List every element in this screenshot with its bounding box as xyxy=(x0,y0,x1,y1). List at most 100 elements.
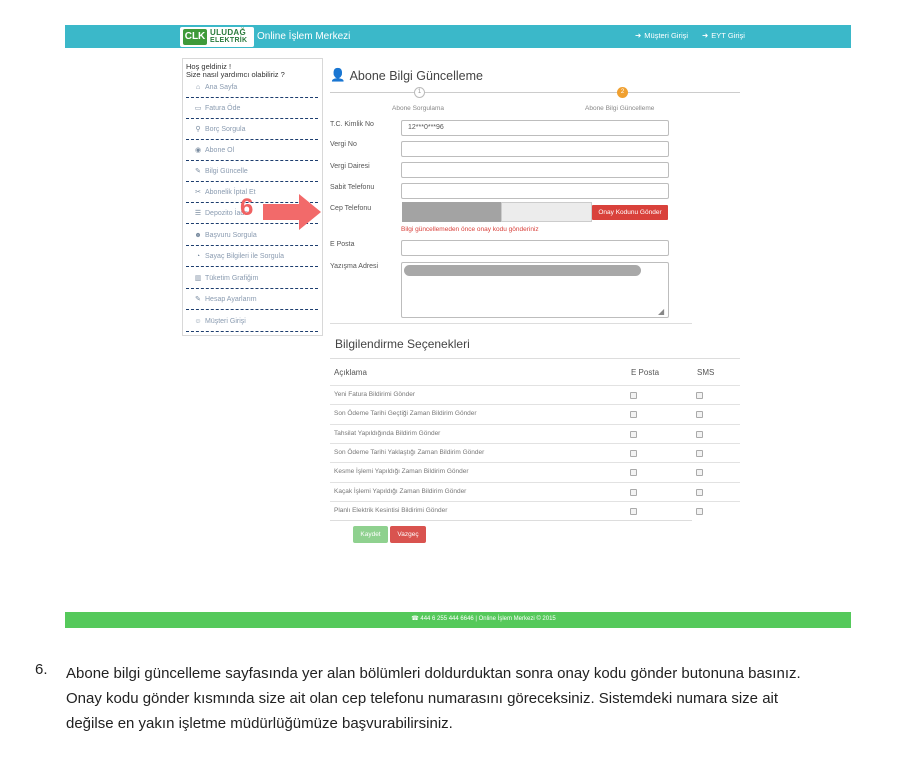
scissors-icon: ✂ xyxy=(195,189,201,196)
sabit-telefon-label: Sabit Telefonu xyxy=(330,184,375,191)
list-icon: ☰ xyxy=(194,210,202,217)
sidebar-item-label: Başvuru Sorgula xyxy=(205,231,257,239)
sms-checkbox[interactable] xyxy=(696,489,703,496)
resize-handle-icon[interactable]: ◢ xyxy=(658,307,664,316)
sidebar-item-label: Müşteri Girişi xyxy=(205,317,246,325)
sms-checkbox[interactable] xyxy=(696,392,703,399)
notifications-title: Bilgilendirme Seçenekleri xyxy=(335,337,470,351)
sidebar-item-hesap-ayarlarim[interactable]: ✎ Hesap Ayarlarım xyxy=(186,289,318,310)
annotation-step-number: 6 xyxy=(240,194,254,221)
vergi-dairesi-label: Vergi Dairesi xyxy=(330,163,370,170)
sign-in-icon: ➜ xyxy=(635,31,642,40)
column-header-sms: SMS xyxy=(697,368,715,377)
sidebar-item-musteri-girisi[interactable]: ☺ Müşteri Girişi xyxy=(186,311,318,332)
divider xyxy=(330,520,692,521)
wizard-step-2-label: Abone Bilgi Güncelleme xyxy=(585,105,655,112)
sidebar-item-ana-sayfa[interactable]: ⌂ Ana Sayfa xyxy=(186,77,318,98)
address-redaction xyxy=(404,265,641,276)
chart-icon: ▥ xyxy=(194,275,202,282)
credit-card-icon: ▭ xyxy=(194,105,202,112)
logo-name-line2: ELEKTRİK xyxy=(210,37,248,44)
user-plus-icon: ☻ xyxy=(194,231,202,239)
row-description: Yeni Fatura Bildirimi Gönder xyxy=(334,391,416,398)
sidebar-item-label: Abone Ol xyxy=(205,146,235,154)
sign-in-icon: ➜ xyxy=(702,31,709,40)
wizard-progress-line xyxy=(330,92,740,93)
otp-warning: Bilgi güncellemeden önce onay kodu gönde… xyxy=(401,226,539,233)
sidebar-item-bilgi-guncelle[interactable]: ✎ Bilgi Güncelle xyxy=(186,161,318,182)
tc-field[interactable]: 12***0***96 xyxy=(401,120,669,136)
cancel-button[interactable]: Vazgeç xyxy=(390,526,426,543)
email-field[interactable] xyxy=(401,240,669,256)
column-header-email: E Posta xyxy=(631,368,660,377)
cep-telefonu-field[interactable] xyxy=(501,202,592,222)
row-description: Kaçak İşlemi Yapıldığı Zaman Bildirim Gö… xyxy=(334,488,467,495)
annotation-arrow-icon xyxy=(263,194,321,230)
eyt-login-link[interactable]: ➜ EYT Girişi xyxy=(702,31,745,40)
sidebar-item-label: Borç Sorgula xyxy=(205,125,246,133)
wizard-step-1: 1 xyxy=(414,87,425,98)
users-icon: ☺ xyxy=(194,317,202,325)
wizard-step-1-label: Abone Sorgulama xyxy=(392,105,445,112)
customer-login-label: Müşteri Girişi xyxy=(644,31,689,40)
email-checkbox[interactable] xyxy=(630,392,637,399)
footer-text-wrap: ☎ 444 6 255 444 6646 | Online İşlem Merk… xyxy=(0,615,902,622)
email-checkbox[interactable] xyxy=(630,469,637,476)
vergi-no-label: Vergi No xyxy=(330,141,357,148)
logo-mark: CLK xyxy=(183,29,207,45)
sms-checkbox[interactable] xyxy=(696,508,703,515)
email-checkbox[interactable] xyxy=(630,450,637,457)
site-title: Online İşlem Merkezi xyxy=(257,31,351,42)
instruction-text: Abone bilgi güncelleme sayfasında yer al… xyxy=(66,665,801,732)
sabit-telefon-field[interactable] xyxy=(401,183,669,199)
customer-login-link[interactable]: ➜ Müşteri Girişi xyxy=(635,31,688,40)
sidebar-item-label: Sayaç Bilgileri ile Sorgula xyxy=(205,252,284,260)
email-checkbox[interactable] xyxy=(630,489,637,496)
row-description: Son Ödeme Tarihi Yaklaştığı Zaman Bildir… xyxy=(334,449,485,456)
table-row: Tahsilat Yapıldığında Bildirim Gönder xyxy=(330,424,740,443)
tc-label: T.C. Kimlik No xyxy=(330,121,374,128)
vergi-dairesi-field[interactable] xyxy=(401,162,669,178)
sidebar-item-label: Fatura Öde xyxy=(205,104,241,112)
sidebar-item-label: Hesap Ayarlarım xyxy=(205,295,257,303)
table-row: Planlı Elektrik Kesintisi Bildirimi Gönd… xyxy=(330,501,740,520)
wizard-step-2: 2 xyxy=(617,87,628,98)
sms-checkbox[interactable] xyxy=(696,450,703,457)
edit-icon: ✎ xyxy=(195,168,201,175)
table-row: Kaçak İşlemi Yapıldığı Zaman Bildirim Gö… xyxy=(330,482,740,501)
sidebar-item-abone-ol[interactable]: ◉ Abone Ol xyxy=(186,140,318,161)
footer-text: ☎ 444 6 255 444 6646 | Online İşlem Merk… xyxy=(411,616,556,622)
row-description: Son Ödeme Tarihi Geçtiği Zaman Bildirim … xyxy=(334,410,477,417)
email-checkbox[interactable] xyxy=(630,431,637,438)
save-button[interactable]: Kaydet xyxy=(353,526,388,543)
send-otp-button[interactable]: Onay Kodunu Gönder xyxy=(592,205,668,220)
eyt-login-label: EYT Girişi xyxy=(711,31,745,40)
divider xyxy=(330,358,740,359)
table-row: Kesme İşlemi Yapıldığı Zaman Bildirim Gö… xyxy=(330,462,740,481)
sidebar-item-borc-sorgula[interactable]: ⚲ Borç Sorgula xyxy=(186,119,318,140)
sms-checkbox[interactable] xyxy=(696,469,703,476)
sidebar-item-fatura-ode[interactable]: ▭ Fatura Öde xyxy=(186,98,318,119)
sms-checkbox[interactable] xyxy=(696,411,703,418)
sidebar-item-label: Bilgi Güncelle xyxy=(205,167,248,175)
table-row: Son Ödeme Tarihi Geçtiği Zaman Bildirim … xyxy=(330,404,740,423)
table-row: Son Ödeme Tarihi Yaklaştığı Zaman Bildir… xyxy=(330,443,740,462)
sms-checkbox[interactable] xyxy=(696,431,703,438)
page-title: 👤 Abone Bilgi Güncelleme xyxy=(330,68,483,83)
email-checkbox[interactable] xyxy=(630,411,637,418)
email-checkbox[interactable] xyxy=(630,508,637,515)
cep-telefonu-label: Cep Telefonu xyxy=(330,205,372,212)
search-icon: ⚲ xyxy=(195,126,201,133)
instruction-number: 6. xyxy=(35,661,48,678)
logo-name-line1: ULUDAĞ xyxy=(210,28,247,37)
column-header-description: Açıklama xyxy=(334,368,367,377)
sidebar-item-sayac-sorgula[interactable]: ◔ Sayaç Bilgileri ile Sorgula xyxy=(186,246,318,267)
divider xyxy=(330,323,692,324)
globe-icon: ◉ xyxy=(194,147,202,154)
table-row: Yeni Fatura Bildirimi Gönder xyxy=(330,385,740,404)
row-description: Tahsilat Yapıldığında Bildirim Gönder xyxy=(334,430,441,437)
vergi-no-field[interactable] xyxy=(401,141,669,157)
home-icon: ⌂ xyxy=(195,83,201,91)
sidebar-item-tuketim-grafigim[interactable]: ▥ Tüketim Grafiğim xyxy=(186,268,318,289)
sidebar-item-label: Tüketim Grafiğim xyxy=(205,274,259,282)
